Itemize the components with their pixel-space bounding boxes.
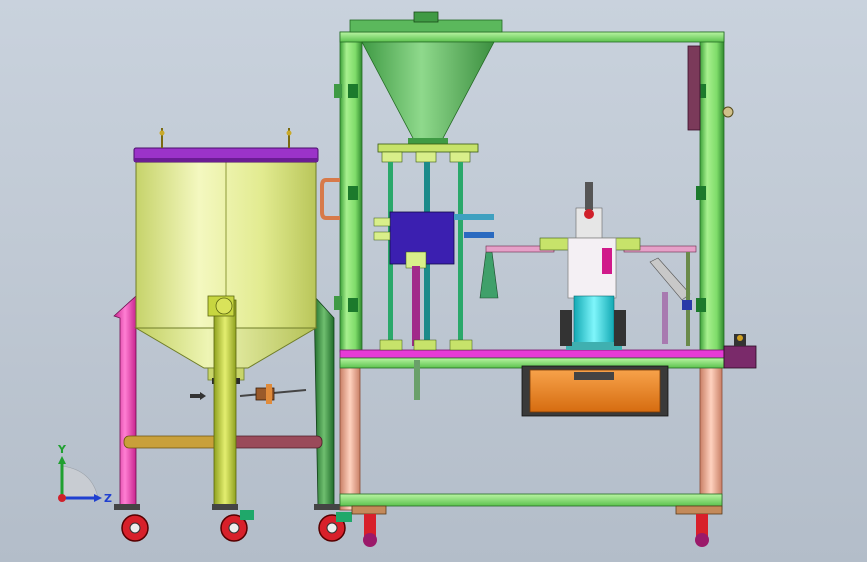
triad-plane [61,465,99,499]
z-axis-label: Z [104,492,112,505]
machine-model[interactable]: Y Z [0,0,867,562]
tank-crossbar-brown[interactable] [229,435,323,449]
lid-vent-left-cap [159,130,165,136]
tank-crossbar-yellow[interactable] [123,435,221,449]
y-axis-head [58,456,66,464]
table-plate[interactable] [339,349,725,359]
hopper-cone[interactable] [361,41,495,141]
cup-guide-funnel[interactable] [479,251,499,299]
seal-column-base [566,342,622,350]
tray-slot [574,372,614,380]
seal-spring[interactable] [585,182,593,210]
frame-bracket [348,298,358,312]
guide-rod-3[interactable] [458,162,463,346]
cad-viewport[interactable]: Y Z [0,0,867,562]
frame-foot-right[interactable] [675,505,723,547]
y-axis-label: Y [57,443,67,456]
junction-box[interactable] [723,334,757,369]
hopper-lid-handle[interactable] [413,11,439,23]
dosing-top-plate[interactable] [377,143,479,153]
frame-clip [334,84,342,98]
axis-triad: Y Z [57,443,112,505]
seal-clamp-left [560,310,572,346]
frame-top-rail[interactable] [339,31,725,43]
actuator-rod-lower[interactable] [464,232,494,238]
piston-rod[interactable] [412,266,420,346]
actuator-rod[interactable] [454,214,494,220]
drain-valve[interactable] [190,384,307,404]
filling-hopper[interactable] [349,11,503,146]
x-axis-dot [58,494,66,502]
frame-bracket [696,186,706,200]
frame-post-lower-left[interactable] [339,359,361,511]
sealing-station[interactable] [485,182,697,350]
seal-clamp-right [614,310,626,346]
mixing-tank-assembly[interactable] [113,128,352,542]
caster-middle[interactable] [212,504,254,542]
frame-bottom-rail[interactable] [339,493,723,507]
side-knob[interactable] [722,106,734,118]
tank-leg-pink[interactable] [113,295,137,507]
frame-side-handle[interactable] [320,178,340,220]
seal-column[interactable] [573,295,615,345]
tank-lid-rim [134,158,318,162]
linkage-arm[interactable] [649,257,691,301]
leg-bracket-hub [215,297,233,315]
frame-clip [334,296,342,310]
control-panel-side[interactable] [687,45,701,131]
sensor-block[interactable] [682,300,692,310]
frame-foot-left[interactable] [351,505,387,547]
nozzle-drop[interactable] [414,360,420,400]
collection-tray[interactable] [521,365,669,417]
sensor-rod[interactable] [686,252,690,346]
z-axis-head [94,494,102,502]
linkage-rod[interactable] [662,292,668,344]
seal-heater [602,248,612,274]
machine-frame[interactable] [320,31,757,547]
frame-bracket [348,186,358,200]
lid-vent-right-cap [286,130,292,136]
frame-post-lower-right[interactable] [699,359,723,511]
frame-bracket [348,84,358,98]
tank-leg-yellow[interactable] [213,299,237,507]
frame-bracket [696,298,706,312]
caster-left[interactable] [114,504,149,542]
seal-indicator [584,209,594,219]
